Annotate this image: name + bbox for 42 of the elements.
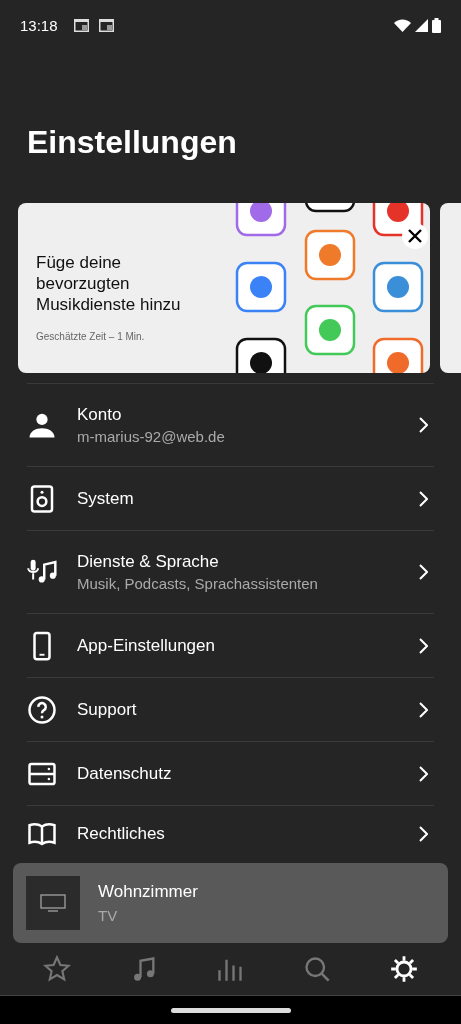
- now-playing-bar[interactable]: Wohnzimmer TV: [13, 863, 448, 943]
- status-time: 13:18: [20, 16, 58, 34]
- wifi-icon: [394, 18, 411, 32]
- settings-item[interactable]: Konto m-marius-92@web.de: [27, 384, 434, 467]
- item-title: System: [77, 488, 135, 509]
- tv-icon: [40, 894, 66, 912]
- room-name: Wohnzimmer: [98, 882, 198, 902]
- settings-tab[interactable]: [389, 955, 418, 983]
- settings-item[interactable]: App-Einstellungen: [27, 614, 434, 678]
- settings-item[interactable]: Dienste & Sprache Musik, Podcasts, Sprachassistenten: [27, 531, 434, 614]
- item-title: App-Einstellungen: [77, 635, 216, 656]
- calendar-icon: [98, 18, 114, 32]
- item-title: Rechtliches: [77, 824, 166, 844]
- card-title: Füge deine bevorzugten Musikdienste hinzu: [36, 252, 182, 315]
- close-icon: [407, 228, 423, 244]
- settings-item[interactable]: System: [27, 467, 434, 531]
- item-title: Konto: [77, 405, 123, 425]
- page-title: Einstellungen: [26, 123, 238, 162]
- item-subtitle: Musik, Podcasts, Sprachassistenten: [77, 575, 319, 592]
- star-tab[interactable]: [43, 955, 72, 983]
- chevron-icon: [418, 564, 428, 580]
- chevron-icon: [418, 701, 428, 718]
- settings-item[interactable]: Datenschutz: [27, 742, 434, 806]
- search-tab[interactable]: [303, 955, 332, 983]
- item-title: Support: [77, 699, 138, 720]
- chevron-icon: [418, 490, 428, 507]
- chevron-icon: [418, 826, 428, 842]
- item-title: Dienste & Sprache: [77, 552, 220, 572]
- help-icon: [27, 694, 57, 725]
- settings-item[interactable]: Support: [27, 678, 434, 742]
- promo-card[interactable]: Füge deine bevorzugten Musikdienste hinzu Geschätzte Zeit – 1 Min.: [18, 203, 430, 373]
- chevron-icon: [418, 765, 428, 782]
- item-subtitle: m-marius-92@web.de: [77, 428, 226, 445]
- card-subtitle: Geschätzte Zeit – 1 Min.: [36, 331, 146, 342]
- signal-icon: [415, 18, 428, 32]
- chevron-icon: [418, 637, 428, 654]
- settings-item[interactable]: Rechtliches: [27, 806, 434, 862]
- item-title: Datenschutz: [77, 763, 173, 784]
- source-name: TV: [98, 907, 119, 924]
- battery-icon: [432, 17, 441, 33]
- chevron-icon: [418, 417, 428, 433]
- calendar-icon: [73, 18, 89, 32]
